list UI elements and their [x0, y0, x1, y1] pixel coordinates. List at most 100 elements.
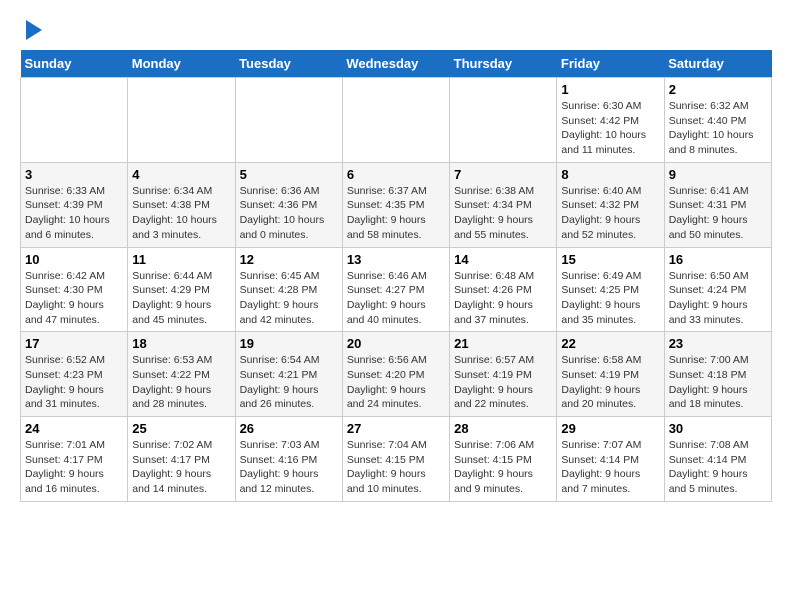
calendar-cell: 28 Sunrise: 7:06 AM Sunset: 4:15 PM Dayli… [450, 417, 557, 502]
calendar-cell: 14 Sunrise: 6:48 AM Sunset: 4:26 PM Dayli… [450, 247, 557, 332]
calendar-cell: 12 Sunrise: 6:45 AM Sunset: 4:28 PM Dayli… [235, 247, 342, 332]
day-info: Sunrise: 6:40 AM Sunset: 4:32 PM Dayligh… [561, 184, 659, 243]
day-number: 15 [561, 252, 659, 267]
day-number: 29 [561, 421, 659, 436]
calendar-cell [128, 78, 235, 163]
day-number: 28 [454, 421, 552, 436]
calendar-cell: 1Sunrise: 6:30 AM Sunset: 4:42 PM Daylig… [557, 78, 664, 163]
day-number: 9 [669, 167, 767, 182]
calendar-cell [450, 78, 557, 163]
day-info: Sunrise: 6:48 AM Sunset: 4:26 PM Dayligh… [454, 269, 552, 328]
day-number: 4 [132, 167, 230, 182]
header-day-friday: Friday [557, 50, 664, 78]
day-info: Sunrise: 6:58 AM Sunset: 4:19 PM Dayligh… [561, 353, 659, 412]
day-number: 27 [347, 421, 445, 436]
day-number: 20 [347, 336, 445, 351]
header-day-thursday: Thursday [450, 50, 557, 78]
calendar-cell [342, 78, 449, 163]
day-info: Sunrise: 6:36 AM Sunset: 4:36 PM Dayligh… [240, 184, 338, 243]
calendar-cell: 13 Sunrise: 6:46 AM Sunset: 4:27 PM Dayli… [342, 247, 449, 332]
calendar-cell: 24Sunrise: 7:01 AM Sunset: 4:17 PM Dayli… [21, 417, 128, 502]
day-info: Sunrise: 6:44 AM Sunset: 4:29 PM Dayligh… [132, 269, 230, 328]
calendar-cell: 27Sunrise: 7:04 AM Sunset: 4:15 PM Dayli… [342, 417, 449, 502]
calendar-cell: 19Sunrise: 6:54 AM Sunset: 4:21 PM Dayli… [235, 332, 342, 417]
calendar-cell: 20Sunrise: 6:56 AM Sunset: 4:20 PM Dayli… [342, 332, 449, 417]
day-info: Sunrise: 6:49 AM Sunset: 4:25 PM Dayligh… [561, 269, 659, 328]
calendar-cell: 8 Sunrise: 6:40 AM Sunset: 4:32 PM Daylig… [557, 162, 664, 247]
header-day-tuesday: Tuesday [235, 50, 342, 78]
calendar-cell: 16 Sunrise: 6:50 AM Sunset: 4:24 PM Dayli… [664, 247, 771, 332]
day-info: Sunrise: 7:03 AM Sunset: 4:16 PM Dayligh… [240, 438, 338, 497]
day-info: Sunrise: 6:50 AM Sunset: 4:24 PM Dayligh… [669, 269, 767, 328]
header-day-saturday: Saturday [664, 50, 771, 78]
calendar-cell: 3 Sunrise: 6:33 AM Sunset: 4:39 PM Daylig… [21, 162, 128, 247]
day-info: Sunrise: 7:06 AM Sunset: 4:15 PM Dayligh… [454, 438, 552, 497]
day-info: Sunrise: 6:42 AM Sunset: 4:30 PM Dayligh… [25, 269, 123, 328]
day-number: 10 [25, 252, 123, 267]
calendar-cell: 30 Sunrise: 7:08 AM Sunset: 4:14 PM Dayli… [664, 417, 771, 502]
header [20, 20, 772, 40]
calendar-cell: 17 Sunrise: 6:52 AM Sunset: 4:23 PM Dayli… [21, 332, 128, 417]
day-number: 21 [454, 336, 552, 351]
calendar-week-1: 1Sunrise: 6:30 AM Sunset: 4:42 PM Daylig… [21, 78, 772, 163]
day-number: 13 [347, 252, 445, 267]
calendar-cell: 5Sunrise: 6:36 AM Sunset: 4:36 PM Daylig… [235, 162, 342, 247]
calendar-header: SundayMondayTuesdayWednesdayThursdayFrid… [21, 50, 772, 78]
header-day-monday: Monday [128, 50, 235, 78]
calendar-cell: 2Sunrise: 6:32 AM Sunset: 4:40 PM Daylig… [664, 78, 771, 163]
calendar-cell: 11 Sunrise: 6:44 AM Sunset: 4:29 PM Dayli… [128, 247, 235, 332]
day-number: 25 [132, 421, 230, 436]
day-number: 8 [561, 167, 659, 182]
header-day-sunday: Sunday [21, 50, 128, 78]
calendar-cell: 7 Sunrise: 6:38 AM Sunset: 4:34 PM Daylig… [450, 162, 557, 247]
day-number: 6 [347, 167, 445, 182]
calendar-cell: 18Sunrise: 6:53 AM Sunset: 4:22 PM Dayli… [128, 332, 235, 417]
calendar-table: SundayMondayTuesdayWednesdayThursdayFrid… [20, 50, 772, 502]
day-info: Sunrise: 7:07 AM Sunset: 4:14 PM Dayligh… [561, 438, 659, 497]
calendar-week-5: 24Sunrise: 7:01 AM Sunset: 4:17 PM Dayli… [21, 417, 772, 502]
calendar-cell: 29 Sunrise: 7:07 AM Sunset: 4:14 PM Dayli… [557, 417, 664, 502]
day-number: 14 [454, 252, 552, 267]
day-info: Sunrise: 6:46 AM Sunset: 4:27 PM Dayligh… [347, 269, 445, 328]
day-number: 12 [240, 252, 338, 267]
day-info: Sunrise: 6:52 AM Sunset: 4:23 PM Dayligh… [25, 353, 123, 412]
day-info: Sunrise: 7:02 AM Sunset: 4:17 PM Dayligh… [132, 438, 230, 497]
header-row: SundayMondayTuesdayWednesdayThursdayFrid… [21, 50, 772, 78]
day-info: Sunrise: 6:53 AM Sunset: 4:22 PM Dayligh… [132, 353, 230, 412]
calendar-week-4: 17 Sunrise: 6:52 AM Sunset: 4:23 PM Dayli… [21, 332, 772, 417]
calendar-cell [21, 78, 128, 163]
calendar-week-3: 10 Sunrise: 6:42 AM Sunset: 4:30 PM Dayli… [21, 247, 772, 332]
calendar-cell: 21Sunrise: 6:57 AM Sunset: 4:19 PM Dayli… [450, 332, 557, 417]
day-number: 16 [669, 252, 767, 267]
day-info: Sunrise: 6:45 AM Sunset: 4:28 PM Dayligh… [240, 269, 338, 328]
calendar-body: 1Sunrise: 6:30 AM Sunset: 4:42 PM Daylig… [21, 78, 772, 502]
calendar-cell: 15 Sunrise: 6:49 AM Sunset: 4:25 PM Dayli… [557, 247, 664, 332]
day-number: 30 [669, 421, 767, 436]
calendar-week-2: 3 Sunrise: 6:33 AM Sunset: 4:39 PM Daylig… [21, 162, 772, 247]
calendar-cell: 9Sunrise: 6:41 AM Sunset: 4:31 PM Daylig… [664, 162, 771, 247]
day-number: 7 [454, 167, 552, 182]
day-number: 17 [25, 336, 123, 351]
calendar-cell: 6 Sunrise: 6:37 AM Sunset: 4:35 PM Daylig… [342, 162, 449, 247]
day-info: Sunrise: 6:37 AM Sunset: 4:35 PM Dayligh… [347, 184, 445, 243]
day-number: 24 [25, 421, 123, 436]
day-info: Sunrise: 6:54 AM Sunset: 4:21 PM Dayligh… [240, 353, 338, 412]
day-info: Sunrise: 6:33 AM Sunset: 4:39 PM Dayligh… [25, 184, 123, 243]
day-number: 23 [669, 336, 767, 351]
day-number: 2 [669, 82, 767, 97]
day-info: Sunrise: 6:34 AM Sunset: 4:38 PM Dayligh… [132, 184, 230, 243]
header-day-wednesday: Wednesday [342, 50, 449, 78]
calendar-cell: 26Sunrise: 7:03 AM Sunset: 4:16 PM Dayli… [235, 417, 342, 502]
day-info: Sunrise: 7:08 AM Sunset: 4:14 PM Dayligh… [669, 438, 767, 497]
calendar-cell: 25 Sunrise: 7:02 AM Sunset: 4:17 PM Dayli… [128, 417, 235, 502]
day-info: Sunrise: 6:38 AM Sunset: 4:34 PM Dayligh… [454, 184, 552, 243]
day-number: 3 [25, 167, 123, 182]
calendar-cell: 23 Sunrise: 7:00 AM Sunset: 4:18 PM Dayli… [664, 332, 771, 417]
logo-arrow-icon [26, 20, 42, 40]
day-info: Sunrise: 6:30 AM Sunset: 4:42 PM Dayligh… [561, 99, 659, 158]
day-info: Sunrise: 7:00 AM Sunset: 4:18 PM Dayligh… [669, 353, 767, 412]
day-number: 11 [132, 252, 230, 267]
day-number: 22 [561, 336, 659, 351]
calendar-cell: 10 Sunrise: 6:42 AM Sunset: 4:30 PM Dayli… [21, 247, 128, 332]
calendar-cell: 22 Sunrise: 6:58 AM Sunset: 4:19 PM Dayli… [557, 332, 664, 417]
